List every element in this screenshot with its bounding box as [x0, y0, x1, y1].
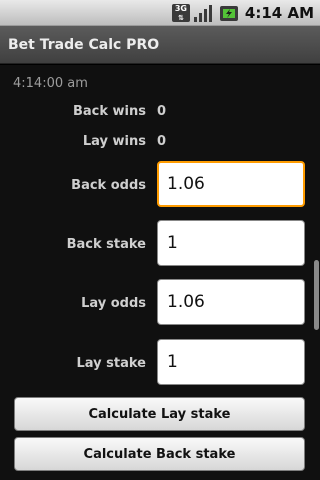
app-title-bar: Bet Trade Calc PRO	[0, 26, 320, 64]
scrollbar[interactable]	[314, 260, 319, 330]
calculate-lay-stake-button[interactable]: Calculate Lay stake	[14, 397, 305, 431]
back-odds-input[interactable]	[157, 161, 305, 207]
network-3g-icon: 3G ⇅	[171, 4, 190, 22]
lay-wins-value: 0	[157, 134, 167, 149]
timestamp: 4:14:00 am	[13, 76, 88, 91]
lay-wins-label: Lay wins	[82, 134, 146, 149]
signal-bars-icon	[193, 5, 212, 22]
calculate-back-stake-button[interactable]: Calculate Back stake	[14, 437, 305, 471]
lay-odds-label: Lay odds	[81, 296, 146, 311]
back-stake-label: Back stake	[66, 237, 146, 252]
battery-charging-icon	[219, 6, 238, 21]
back-wins-value: 0	[157, 104, 167, 119]
network-type-label: 3G	[174, 4, 187, 13]
lay-stake-input[interactable]	[157, 339, 305, 385]
lay-odds-input[interactable]	[157, 279, 305, 325]
status-icons: 3G ⇅ 4:14 AM	[171, 3, 314, 23]
app-title: Bet Trade Calc PRO	[8, 37, 160, 53]
lay-stake-label: Lay stake	[76, 356, 147, 371]
main-content: 4:14:00 am Back wins 0 Lay wins 0 Back o…	[0, 65, 320, 480]
back-stake-input[interactable]	[157, 220, 305, 266]
back-odds-label: Back odds	[71, 178, 146, 193]
back-wins-label: Back wins	[72, 104, 146, 119]
status-bar: 3G ⇅ 4:14 AM	[0, 0, 320, 26]
status-clock: 4:14 AM	[244, 4, 314, 22]
